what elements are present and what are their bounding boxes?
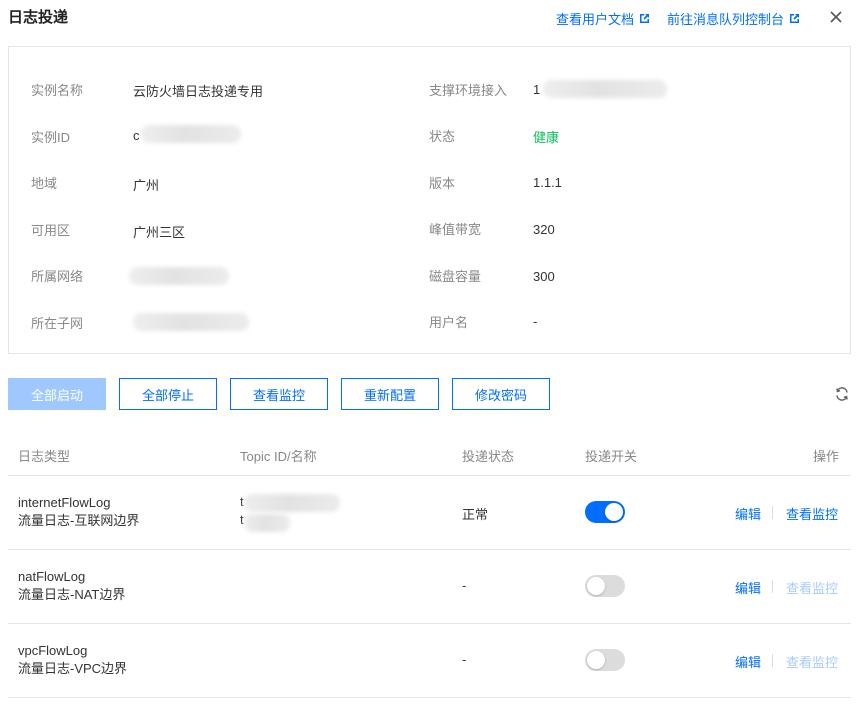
col-log-type: 日志类型 [18,449,71,464]
log-type-cell: natFlowLog 流量日志-NAT边界 [18,568,125,604]
col-topic: Topic ID/名称 [240,449,317,464]
peak-bandwidth-value: 320 [533,222,555,237]
log-type-desc: 流量日志-VPC边界 [18,661,128,676]
view-monitor-link[interactable]: 查看监控 [786,652,838,671]
subnet-label: 所在子网 [31,316,84,331]
zone-value: 广州三区 [133,225,186,240]
vpc-label: 所属网络 [31,269,84,284]
log-type-name: vpcFlowLog [18,643,88,658]
mq-console-link[interactable]: 前往消息队列控制台 [667,9,800,28]
access-env-value: 1 [533,82,541,97]
change-password-button[interactable]: 修改密码 [452,378,550,410]
table-row: internetFlowLog 流量日志-互联网边界 t t 正常 编辑 查看监… [8,476,851,550]
log-type-desc: 流量日志-互联网边界 [18,513,140,528]
toggle-knob [605,503,623,521]
col-delivery-status: 投递状态 [462,449,515,464]
external-link-icon [640,14,650,23]
table-header: 日志类型 Topic ID/名称 投递状态 投递开关 操作 [8,434,851,476]
instance-name-label: 实例名称 [31,83,84,98]
instance-id-value: c [133,128,140,143]
version-value: 1.1.1 [533,175,562,190]
col-delivery-switch: 投递开关 [585,449,638,464]
edit-link[interactable]: 编辑 [735,578,761,597]
mq-console-link-label: 前往消息队列控制台 [667,12,785,27]
delivery-switch-toggle[interactable] [585,649,625,671]
log-type-cell: vpcFlowLog 流量日志-VPC边界 [18,642,127,678]
region-value: 广州 [133,178,160,193]
dialog-title: 日志投递 [8,9,69,26]
dialog-header: 日志投递 查看用户文档 前往消息队列控制台 [0,0,860,36]
status-value: 健康 [533,130,560,145]
redacted-topic-name [244,514,290,532]
action-divider [772,654,773,667]
delivery-status: 正常 [462,507,489,522]
delivery-switch-toggle[interactable] [585,501,625,523]
table-row: vpcFlowLog 流量日志-VPC边界 - 编辑 查看监控 [8,624,851,698]
access-env-label: 支撑环境接入 [429,83,508,98]
redacted-subnet [133,313,249,331]
disk-capacity-value: 300 [533,269,555,284]
stop-all-button[interactable]: 全部停止 [119,378,217,410]
region-label: 地域 [31,176,58,191]
action-divider [772,580,773,593]
redacted-access-env [543,80,667,98]
status-label: 状态 [429,129,456,144]
user-doc-link[interactable]: 查看用户文档 [556,9,650,28]
instance-info-panel: 实例名称 云防火墙日志投递专用 实例ID c 地域 广州 可用区 广州三区 所属… [8,46,851,354]
refresh-icon[interactable] [834,386,850,402]
toggle-knob [587,577,605,595]
delivery-status: - [462,652,467,667]
toggle-knob [587,651,605,669]
table-row: natFlowLog 流量日志-NAT边界 - 编辑 查看监控 [8,550,851,624]
action-divider [772,506,773,519]
redacted-instance-id [141,125,241,143]
external-link-icon [790,14,800,23]
view-monitor-link[interactable]: 查看监控 [786,578,838,597]
log-type-desc: 流量日志-NAT边界 [18,587,126,602]
col-actions: 操作 [813,449,840,464]
disk-capacity-label: 磁盘容量 [429,269,482,284]
reconfigure-button[interactable]: 重新配置 [341,378,439,410]
redacted-topic-id [244,494,340,512]
instance-name-value: 云防火墙日志投递专用 [133,84,264,99]
log-type-cell: internetFlowLog 流量日志-互联网边界 [18,494,139,530]
instance-id-label: 实例ID [31,130,71,145]
log-type-name: internetFlowLog [18,495,111,510]
delivery-switch-toggle[interactable] [585,575,625,597]
user-doc-link-label: 查看用户文档 [556,12,635,27]
log-type-name: natFlowLog [18,569,86,584]
zone-label: 可用区 [31,223,71,238]
edit-link[interactable]: 编辑 [735,504,761,523]
action-toolbar: 全部启动 全部停止 查看监控 重新配置 修改密码 [8,378,851,410]
redacted-vpc [129,267,229,285]
username-label: 用户名 [429,315,469,330]
view-monitor-button[interactable]: 查看监控 [230,378,328,410]
peak-bandwidth-label: 峰值带宽 [429,222,482,237]
username-value: - [533,314,538,329]
start-all-button[interactable]: 全部启动 [8,378,106,410]
version-label: 版本 [429,176,456,191]
close-icon[interactable] [828,9,844,25]
delivery-status: - [462,578,467,593]
edit-link[interactable]: 编辑 [735,652,761,671]
view-monitor-link[interactable]: 查看监控 [786,504,838,523]
